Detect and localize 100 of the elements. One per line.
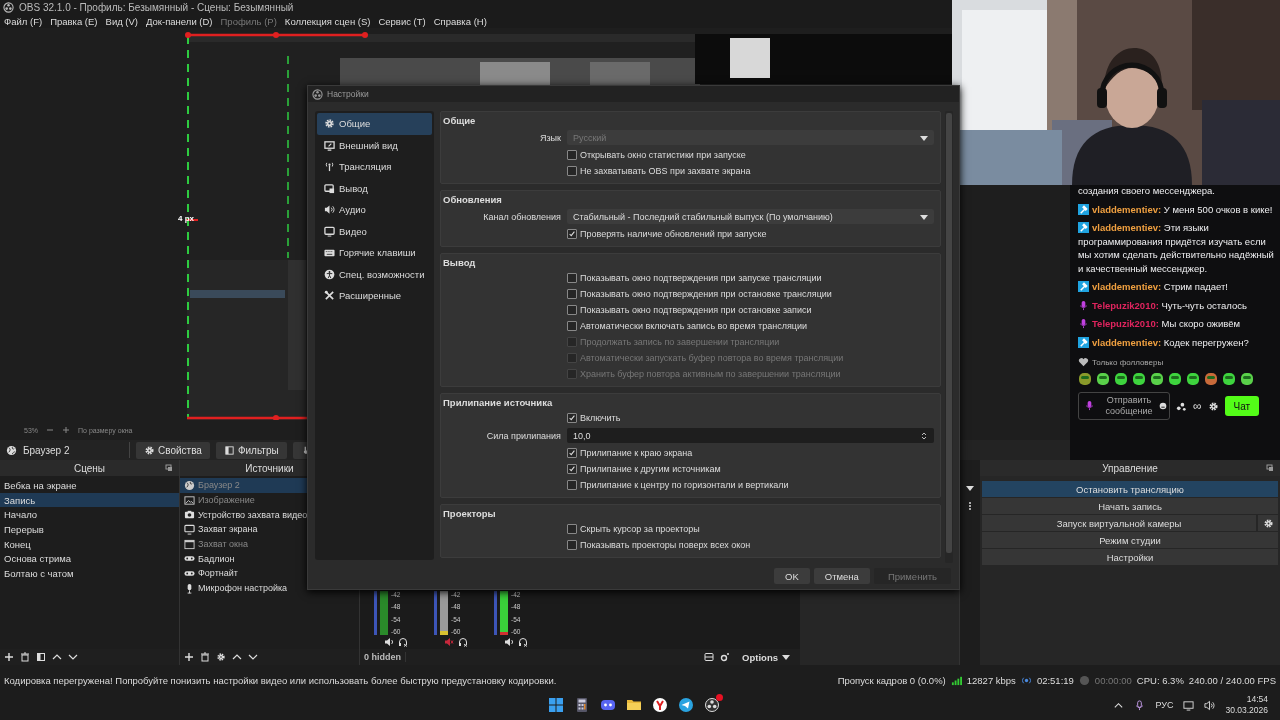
checkbox[interactable] [567, 480, 577, 490]
checkbox-label[interactable]: Скрыть курсор за проекторы [580, 524, 700, 534]
control-button[interactable]: Остановить трансляцию [982, 481, 1278, 497]
trash-icon[interactable] [20, 652, 30, 662]
volume-icon[interactable] [1204, 699, 1216, 711]
browser-icon[interactable] [652, 697, 668, 713]
checkbox-label[interactable]: Показывать окно подтверждения при запуске трансляции [580, 273, 822, 283]
microphone-icon[interactable] [1134, 699, 1146, 711]
source-item[interactable]: Бадлион [180, 551, 359, 567]
speaker-icon[interactable] [384, 637, 394, 647]
settings-nav-item[interactable]: Внешний вид [317, 134, 432, 156]
checkbox[interactable] [567, 229, 577, 239]
checkbox[interactable] [567, 305, 577, 315]
undock-icon[interactable] [1266, 464, 1274, 472]
source-item[interactable]: Захват окна [180, 536, 359, 552]
folder-icon[interactable] [626, 697, 642, 713]
layout-icon[interactable] [704, 652, 715, 662]
scene-item[interactable]: Основа стрима [0, 551, 179, 567]
settings-nav-item[interactable]: Видео [317, 220, 432, 242]
speaker-icon[interactable] [504, 637, 514, 647]
control-button[interactable]: Начать запись [982, 498, 1278, 514]
chat-input[interactable]: Отправить сообщение [1078, 392, 1170, 420]
menu-item[interactable]: Вид (V) [105, 15, 139, 27]
number-field[interactable]: 10,0 [567, 428, 934, 443]
checkbox[interactable] [567, 273, 577, 283]
checkbox-label[interactable]: Показывать окно подтверждения при остановке трансляции [580, 289, 832, 299]
checkbox-label[interactable]: Проверять наличие обновлений при запуске [580, 229, 767, 239]
emote-icon[interactable] [1186, 372, 1200, 386]
dropdown[interactable]: Стабильный - Последний стабильный выпуск (По умолчанию) [567, 209, 934, 224]
checkbox-label[interactable]: Включить [580, 413, 621, 423]
emote-icon[interactable] [1240, 372, 1254, 386]
checkbox-label[interactable]: Прилипание к краю экрана [580, 448, 693, 458]
scene-item[interactable]: Болтаю с чатом [0, 566, 179, 581]
move-down-icon[interactable] [248, 652, 258, 662]
settings-nav-item[interactable]: Спец. возможности [317, 263, 432, 285]
menu-item[interactable]: Правка (E) [50, 15, 98, 27]
source-item[interactable]: Изображение [180, 492, 359, 508]
menu-item[interactable]: Коллекция сцен (S) [284, 15, 371, 27]
control-button[interactable]: Запуск виртуальной камеры [982, 515, 1256, 531]
scene-item[interactable]: Вебка на экране [0, 478, 179, 493]
clock-time[interactable]: 14:54 [1246, 694, 1268, 705]
start-icon[interactable] [548, 697, 564, 713]
chat-username[interactable]: Telepuzik2010: [1092, 299, 1159, 311]
clock-date[interactable]: 30.03.2026 [1225, 705, 1268, 716]
points-icon[interactable] [1176, 400, 1187, 412]
emote-icon[interactable] [1114, 372, 1128, 386]
settings-nav-item[interactable]: Горячие клавиши [317, 242, 432, 264]
settings-nav-item[interactable]: Трансляция [317, 156, 432, 178]
headphones-icon[interactable] [398, 637, 408, 647]
options-button[interactable]: Options [736, 650, 796, 664]
emote-icon[interactable] [1150, 372, 1164, 386]
checkbox[interactable] [567, 166, 577, 176]
scrollbar[interactable] [945, 111, 953, 563]
checkbox-label[interactable]: Открывать окно статистики при запуске [580, 150, 746, 160]
gear-dots-icon[interactable] [720, 652, 731, 662]
filter-icon[interactable] [36, 652, 46, 662]
spin-arrows-icon[interactable] [920, 431, 928, 440]
scene-item[interactable]: Запись [0, 492, 179, 508]
chat-username[interactable]: vladdementiev: [1092, 203, 1162, 215]
game-controller-icon[interactable] [600, 697, 616, 713]
emote-icon[interactable] [1096, 372, 1110, 386]
more-icon[interactable] [966, 502, 974, 510]
checkbox-label[interactable]: Прилипание к другим источникам [580, 464, 721, 474]
emoji-icon[interactable] [1159, 402, 1167, 410]
headphones-icon[interactable] [518, 637, 528, 647]
emote-icon[interactable] [1204, 372, 1218, 386]
settings-button[interactable] [1258, 515, 1278, 531]
settings-nav-item[interactable]: Расширенные [317, 285, 432, 307]
checkbox[interactable] [567, 540, 577, 550]
menu-item[interactable]: Справка (H) [433, 15, 487, 27]
checkbox[interactable] [567, 289, 577, 299]
settings-nav-item[interactable]: Аудио [317, 199, 432, 221]
source-item[interactable]: Фортнайт [180, 566, 359, 581]
toolbar-button[interactable]: Фильтры [215, 441, 287, 459]
dialog-button[interactable]: OK [774, 568, 810, 584]
scene-item[interactable]: Перерыв [0, 522, 179, 537]
chat-username[interactable]: vladdementiev: [1092, 281, 1162, 292]
control-button[interactable]: Режим студии [982, 532, 1278, 548]
move-down-icon[interactable] [68, 652, 78, 662]
scene-item[interactable]: Начало [0, 507, 179, 523]
menu-item[interactable]: Док-панели (D) [146, 15, 213, 27]
settings-nav-item[interactable]: Общие [317, 113, 432, 135]
settings-nav-item[interactable]: Вывод [317, 177, 432, 199]
move-up-icon[interactable] [232, 652, 242, 662]
menu-item[interactable]: Сервис (T) [378, 15, 426, 27]
headphones-icon[interactable] [458, 637, 468, 647]
dialog-button[interactable]: Отмена [813, 568, 870, 584]
caret-icon[interactable] [966, 484, 974, 492]
network-icon[interactable] [1183, 699, 1195, 711]
emote-icon[interactable] [1078, 372, 1092, 386]
zoom-in-icon[interactable] [62, 426, 70, 434]
checkbox[interactable] [567, 413, 577, 423]
checkbox[interactable] [567, 464, 577, 474]
calculator-icon[interactable] [574, 697, 590, 713]
settings-icon[interactable] [1207, 400, 1219, 412]
checkbox-label[interactable]: Показывать окно подтверждения при остановке записи [580, 305, 812, 315]
source-item[interactable]: Микрофон настройка [180, 580, 359, 596]
chat-username[interactable]: Telepuzik2010: [1092, 318, 1159, 329]
trash-icon[interactable] [200, 652, 210, 662]
checkbox-label[interactable]: Автоматически включать запись во время трансляции [580, 321, 808, 331]
